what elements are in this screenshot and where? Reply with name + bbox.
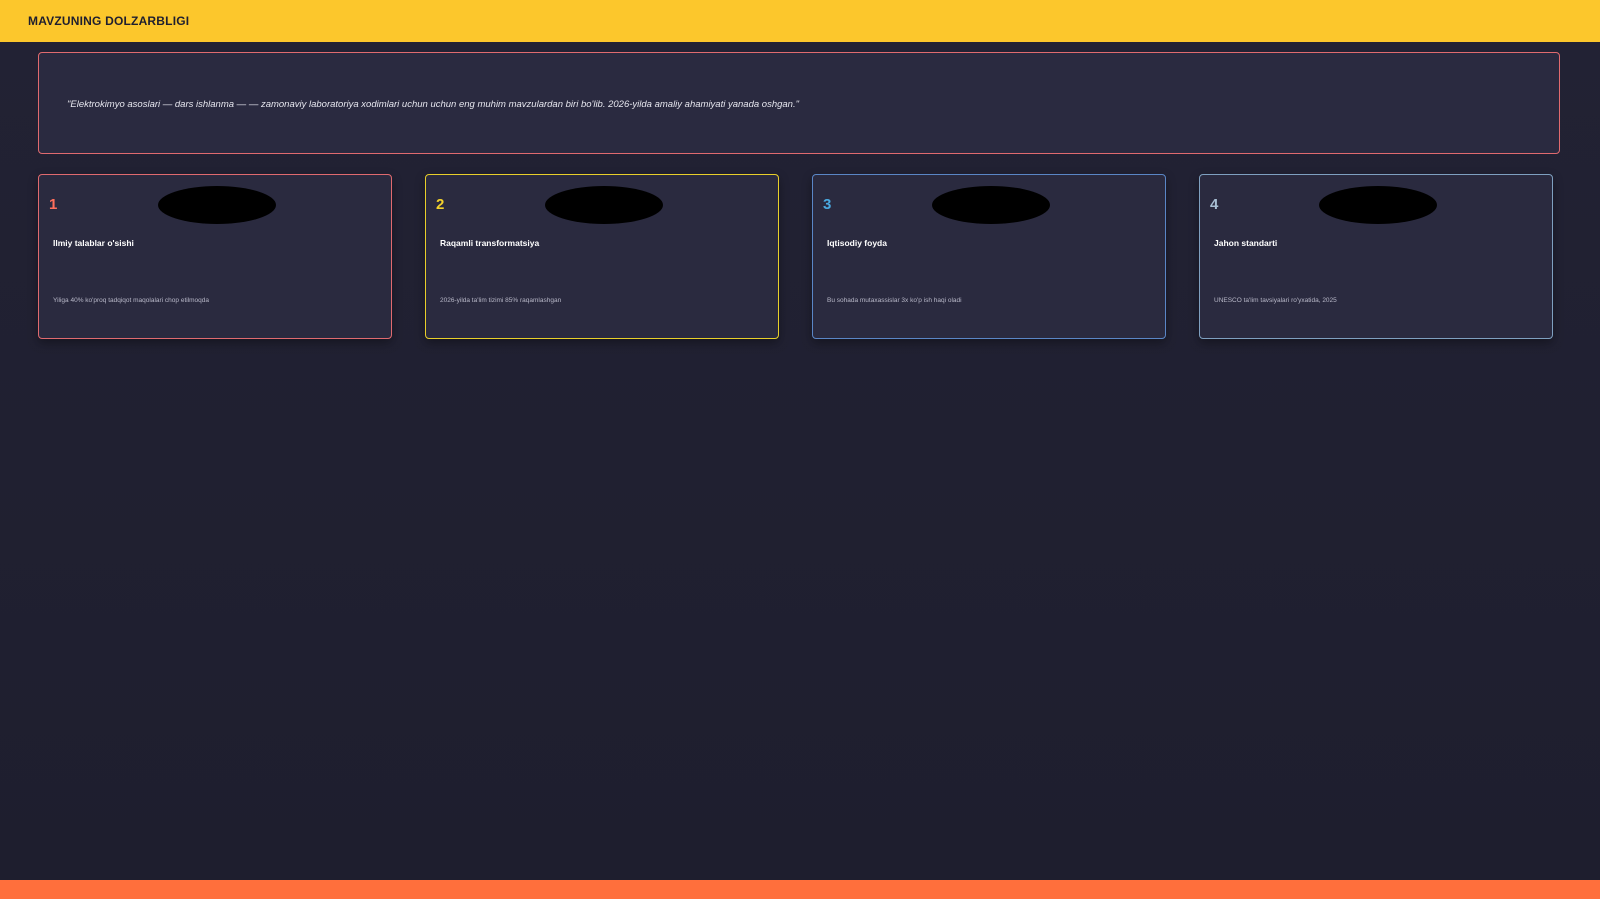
- card-raqamli-transformatsiya: 2 Raqamli transformatsiya 2026-yilda ta'…: [425, 174, 779, 339]
- footer-bar: [0, 880, 1600, 899]
- card-title: Jahon standarti: [1214, 238, 1278, 248]
- card-title: Ilmiy talablar o'sishi: [53, 238, 134, 248]
- quote-text: "Elektrokimyo asoslari — dars ishlanma —…: [67, 99, 799, 110]
- card-iqtisodiy-foyda: 3 Iqtisodiy foyda Bu sohada mutaxassisla…: [812, 174, 1166, 339]
- card-description: UNESCO ta'lim tavsiyalari ro'yxatida, 20…: [1214, 297, 1337, 304]
- card-ilmiy-talablar: 1 Ilmiy talablar o'sishi Yiliga 40% ko'p…: [38, 174, 392, 339]
- card-title: Raqamli transformatsiya: [440, 238, 540, 248]
- quote-box: "Elektrokimyo asoslari — dars ishlanma —…: [38, 52, 1560, 154]
- card-title: Iqtisodiy foyda: [827, 238, 887, 248]
- card-description: 2026-yilda ta'lim tizimi 85% raqamlashga…: [440, 297, 562, 304]
- card-number: 3: [823, 196, 832, 213]
- card-number: 1: [49, 196, 58, 213]
- card-jahon-standarti: 4 Jahon standarti UNESCO ta'lim tavsiyal…: [1199, 174, 1553, 339]
- redacted-image: [1319, 186, 1437, 224]
- card-number: 4: [1210, 196, 1219, 213]
- page-title: MAVZUNING DOLZARBLIGI: [28, 14, 190, 28]
- redacted-image: [545, 186, 663, 224]
- header-bar: MAVZUNING DOLZARBLIGI: [0, 0, 1600, 42]
- card-number: 2: [436, 196, 445, 213]
- card-description: Bu sohada mutaxassislar 3x ko'p ish haqi…: [827, 297, 962, 304]
- slide: MAVZUNING DOLZARBLIGI "Elektrokimyo asos…: [0, 0, 1600, 899]
- card-description: Yiliga 40% ko'proq tadqiqot maqolalari c…: [53, 297, 210, 304]
- redacted-image: [158, 186, 276, 224]
- redacted-image: [932, 186, 1050, 224]
